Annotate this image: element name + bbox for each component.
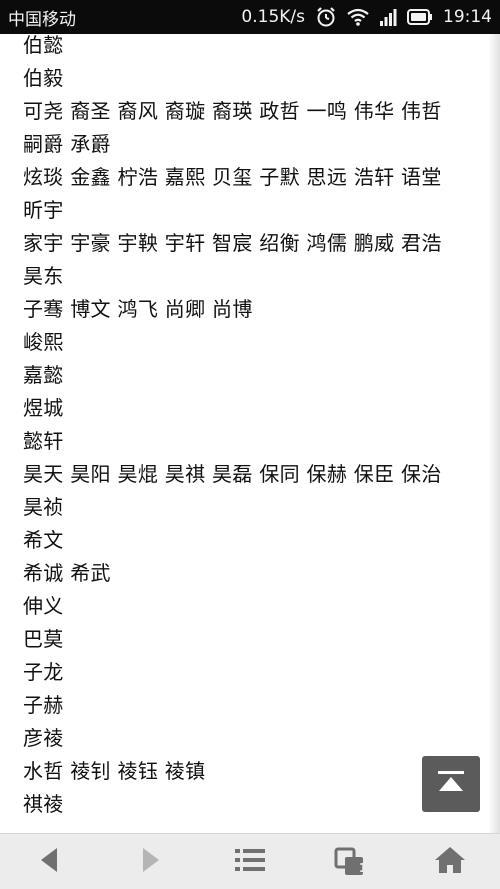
back-arrow-icon [37,846,61,878]
name-row: 伯懿 [23,34,64,57]
forward-arrow-icon [139,846,163,878]
name-row: 炫琰 金鑫 柠浩 嘉熙 贝玺 子默 思远 浩轩 语堂 [23,165,442,189]
name-row: 嘉懿 [23,363,64,387]
tab-count: 1 [358,861,368,875]
name-row: 子赫 [23,693,64,717]
wifi-icon [347,8,369,26]
name-row: 昊祯 [23,495,64,519]
home-icon [434,845,466,879]
back-to-top-icon [436,769,466,799]
menu-button[interactable] [228,844,272,880]
battery-icon [407,9,433,25]
alarm-icon [315,6,337,28]
name-row: 嗣爵 承爵 [23,132,111,156]
clock: 19:14 [443,7,492,27]
browser-bottom-bar: 1 [0,833,500,889]
back-button[interactable] [27,844,71,880]
home-button[interactable] [428,844,472,880]
status-bar: 中国移动 0.15K/s 19:14 [0,0,500,34]
name-row: 家宇 宇豪 宇鞅 宇轩 智宸 绍衡 鸿儒 鹏威 君浩 [23,231,442,255]
carrier-name: 中国移动 [8,9,76,30]
status-indicators: 0.15K/s 19:14 [241,6,492,28]
name-row: 希文 [23,528,64,552]
name-row: 懿轩 [23,429,64,453]
name-row: 祺祾 [23,792,64,816]
name-row: 昕宇 [23,198,64,222]
tabs-icon: 1 [334,847,367,877]
name-row: 可尧 裔圣 裔风 裔璇 裔瑛 政哲 一鸣 伟华 伟哲 [23,99,442,123]
name-row: 峻熙 [23,330,64,354]
name-row: 彦祾 [23,726,64,750]
name-row: 子龙 [23,660,64,684]
menu-icon [234,846,266,878]
signal-icon [379,8,397,26]
tabs-button[interactable]: 1 [328,844,372,880]
name-row: 希诚 希武 [23,561,111,585]
name-row: 子骞 博文 鸿飞 尚卿 尚博 [23,297,253,321]
name-row: 水哲 祾钊 祾钰 祾镇 [23,759,206,783]
name-row: 煜城 [23,396,64,420]
network-speed: 0.15K/s [241,7,305,27]
scroll-edge [488,34,500,833]
name-row: 巴莫 [23,627,64,651]
name-row: 伯毅 [23,66,64,90]
name-row: 昊天 昊阳 昊焜 昊祺 昊磊 保同 保赫 保臣 保治 [23,462,442,486]
name-list[interactable]: 伯懿 伯毅 可尧 裔圣 裔风 裔璇 裔瑛 政哲 一鸣 伟华 伟哲 嗣爵 承爵 炫… [0,34,500,833]
back-to-top-button[interactable] [422,756,480,812]
name-row: 昊东 [23,264,64,288]
name-row: 伸义 [23,594,64,618]
forward-button[interactable] [129,844,173,880]
